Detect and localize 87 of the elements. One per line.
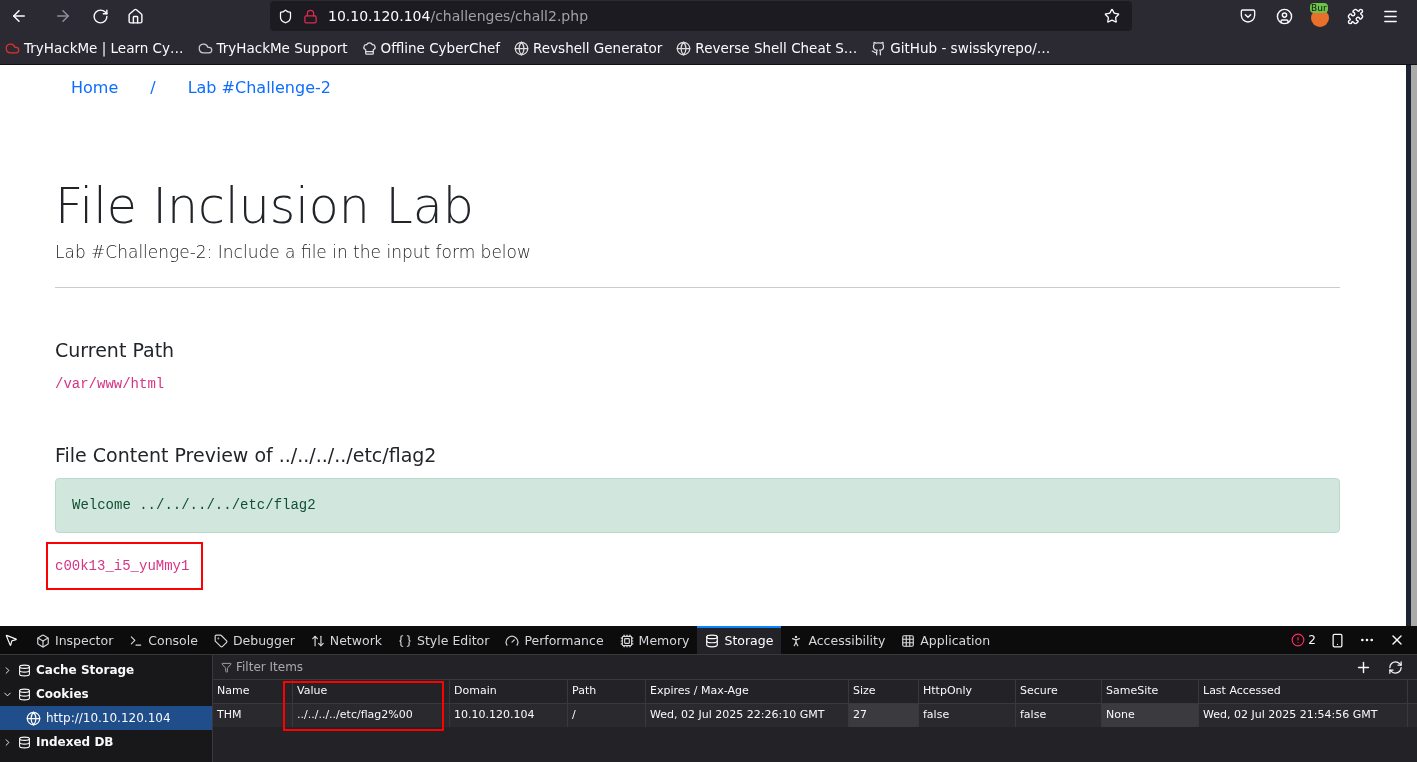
storage-tree-item[interactable]: Cache Storage bbox=[0, 658, 212, 682]
cloud-icon bbox=[197, 40, 213, 56]
column-header[interactable]: Path bbox=[568, 680, 646, 703]
refresh-icon[interactable] bbox=[1388, 659, 1403, 675]
table-cell: 27 bbox=[849, 704, 919, 727]
devtools-tab[interactable]: Inspector bbox=[28, 626, 122, 654]
globe-icon bbox=[676, 40, 692, 56]
devtools-tab[interactable]: Debugger bbox=[205, 626, 303, 654]
grid-icon bbox=[901, 634, 916, 648]
column-header[interactable]: Last Accessed bbox=[1199, 680, 1408, 703]
arrows-icon bbox=[310, 634, 325, 648]
address-bar[interactable]: 10.10.120.104/challenges/chall2.php bbox=[270, 1, 1132, 31]
storage-tree-item[interactable]: Cookies bbox=[0, 682, 212, 706]
table-cell: Wed, 02 Jul 2025 21:54:56 GMT bbox=[1199, 704, 1408, 727]
pocket-icon[interactable] bbox=[1240, 8, 1256, 24]
globe-icon bbox=[26, 710, 41, 726]
error-icon[interactable] bbox=[1291, 633, 1306, 647]
bookmark-star-icon[interactable] bbox=[1104, 8, 1120, 24]
breadcrumb-link[interactable]: / bbox=[150, 76, 156, 100]
chef-hat-icon bbox=[361, 40, 377, 56]
devtools-tab[interactable]: Performance bbox=[497, 626, 612, 654]
section-heading: File Content Preview of ../../../../etc/flag2 bbox=[55, 442, 438, 468]
column-header[interactable]: Name bbox=[213, 680, 293, 703]
database-icon bbox=[18, 663, 31, 677]
cloud-icon bbox=[5, 40, 20, 56]
bookmark-link[interactable]: TryHackMe Support bbox=[216, 37, 348, 59]
url-text: 10.10.120.104/challenges/chall2.php bbox=[328, 6, 588, 26]
terminal-icon bbox=[129, 634, 144, 648]
preview-text: Welcome ../../../../etc/flag2 bbox=[72, 496, 316, 516]
devtools-tab[interactable]: Accessibility bbox=[781, 626, 894, 654]
responsive-icon[interactable] bbox=[1330, 632, 1345, 648]
forward-icon[interactable] bbox=[54, 7, 72, 25]
bookmark-link[interactable]: Offline CyberChef bbox=[380, 37, 501, 59]
reload-icon[interactable] bbox=[92, 7, 109, 25]
account-icon[interactable] bbox=[1276, 7, 1293, 25]
table-cell: None bbox=[1102, 704, 1199, 727]
filter-field[interactable]: Filter Items bbox=[236, 658, 536, 676]
database-icon bbox=[705, 634, 720, 648]
table-cell: 10.10.120.104 bbox=[450, 704, 568, 727]
devtools-tab[interactable]: Application bbox=[893, 626, 999, 654]
devtools-tab[interactable]: Memory bbox=[611, 626, 698, 654]
braces-icon bbox=[398, 634, 412, 648]
table-cell: / bbox=[568, 704, 646, 727]
extensions-icon[interactable] bbox=[1347, 7, 1364, 25]
table-cell: THM bbox=[213, 704, 293, 727]
page-subtitle: Lab #Challenge-2: Include a file in the input form below bbox=[55, 240, 532, 264]
github-icon bbox=[871, 40, 887, 56]
globe-icon bbox=[514, 40, 530, 56]
devtools-tab[interactable]: Storage bbox=[697, 626, 782, 654]
column-header[interactable]: Expires / Max-Age bbox=[646, 680, 849, 703]
shield-icon bbox=[278, 8, 293, 24]
gauge-icon bbox=[505, 634, 520, 648]
database-icon bbox=[18, 735, 31, 749]
storage-tree-item[interactable]: http://10.10.120.104 bbox=[0, 706, 212, 730]
devtools-tab[interactable]: Style Editor bbox=[390, 626, 498, 654]
extension-badge: Bur bbox=[1310, 3, 1328, 13]
breadcrumb-link[interactable]: Home bbox=[71, 76, 119, 100]
back-icon[interactable] bbox=[10, 7, 28, 25]
error-count[interactable]: 2 bbox=[1308, 631, 1316, 649]
database-icon bbox=[18, 687, 31, 701]
filter-icon bbox=[221, 661, 232, 673]
bookmark-link[interactable]: Reverse Shell Cheat S… bbox=[695, 37, 858, 59]
table-cell: false bbox=[919, 704, 1016, 727]
devtools-tab[interactable]: Network bbox=[302, 626, 390, 654]
column-header[interactable]: HttpOnly bbox=[919, 680, 1016, 703]
breadcrumb-link[interactable]: Lab #Challenge-2 bbox=[187, 76, 331, 100]
storage-tree-item[interactable]: Indexed DB bbox=[0, 730, 212, 754]
insecure-lock-icon bbox=[303, 8, 318, 24]
section-heading: Current Path bbox=[55, 338, 176, 364]
column-header[interactable]: Size bbox=[849, 680, 919, 703]
column-header[interactable]: Secure bbox=[1016, 680, 1102, 703]
column-header[interactable]: Value bbox=[293, 680, 450, 703]
bookmark-link[interactable]: TryHackMe | Learn Cy… bbox=[24, 37, 184, 59]
table-cell: ../../../../etc/flag2%00 bbox=[293, 704, 450, 727]
picker-icon[interactable] bbox=[4, 633, 18, 647]
flag-text: c00k13_i5_yuMmy1 bbox=[55, 556, 190, 576]
cube-icon bbox=[36, 634, 50, 648]
home-icon[interactable] bbox=[127, 7, 144, 25]
chip-icon bbox=[619, 634, 634, 648]
column-header[interactable]: Domain bbox=[450, 680, 568, 703]
bookmark-link[interactable]: GitHub - swisskyrepo/… bbox=[890, 37, 1051, 59]
column-header[interactable]: SameSite bbox=[1102, 680, 1199, 703]
bookmark-link[interactable]: Revshell Generator bbox=[533, 37, 663, 59]
path-text: /var/www/html bbox=[55, 374, 166, 394]
page-title: File Inclusion Lab bbox=[55, 180, 475, 234]
devtools-tab[interactable]: Console bbox=[121, 626, 206, 654]
tag-icon bbox=[213, 634, 228, 648]
